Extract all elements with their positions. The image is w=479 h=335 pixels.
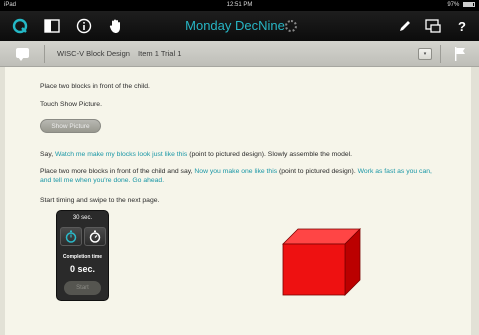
item-trial-label: Item 1 Trial 1 <box>138 49 182 58</box>
instruction-touch-show: Touch Show Picture. <box>40 101 102 108</box>
say-prefix: Say, <box>40 151 55 158</box>
instruction-say-2: Place two more blocks in front of the ch… <box>40 167 440 185</box>
app-logo-icon[interactable] <box>8 11 32 41</box>
status-time: 12:51 PM <box>226 2 253 8</box>
time-limit-label: 30 sec. <box>72 215 93 221</box>
book-icon[interactable] <box>40 11 64 41</box>
status-bar: iPad 12:51 PM 97% <box>0 0 479 11</box>
left-margin <box>0 67 5 335</box>
battery-icon <box>463 2 475 7</box>
say-prefix: Place two more blocks in front of the ch… <box>40 168 195 175</box>
show-picture-button[interactable]: Show Picture <box>40 119 101 133</box>
divider <box>44 45 45 63</box>
start-timer-button[interactable]: Start <box>64 281 101 295</box>
help-button[interactable]: ? <box>450 11 474 41</box>
reset-timer-icon[interactable] <box>84 227 106 246</box>
elapsed-time: 0 sec. <box>69 264 96 274</box>
right-margin <box>471 67 479 335</box>
instruction-start-timing: Start timing and swipe to the next page. <box>40 197 160 204</box>
pencil-icon[interactable] <box>393 11 417 41</box>
flag-icon[interactable] <box>453 46 467 62</box>
battery-percent: 97% <box>447 2 460 9</box>
app-toolbar: Monday DecNine ? <box>0 11 479 41</box>
sync-spinner-icon <box>285 20 297 32</box>
examiner-quote: Now you make one like this <box>194 168 278 175</box>
instruction-say-1: Say, Watch me make my blocks look just l… <box>40 150 460 159</box>
instruction-place-blocks: Place two blocks in front of the child. <box>40 83 150 90</box>
screens-icon[interactable] <box>421 11 445 41</box>
examiner-quote: Watch me make my blocks look just like t… <box>54 151 188 158</box>
item-title: WISC-V Block Design Item 1 Trial 1 <box>57 41 181 67</box>
subtest-name: WISC-V Block Design <box>57 49 130 58</box>
timer-widget: 30 sec. Completion time 0 sec. Start <box>56 210 109 301</box>
notes-bubble-icon[interactable] <box>16 48 29 61</box>
divider <box>440 45 441 63</box>
battery-indicator: 97% <box>447 2 475 8</box>
item-header-bar: WISC-V Block Design Item 1 Trial 1 ▾ <box>0 41 479 67</box>
info-icon[interactable] <box>72 11 96 41</box>
hand-stop-icon[interactable] <box>104 11 128 41</box>
stopwatch-icon[interactable] <box>60 227 82 246</box>
block-design-picture <box>281 227 361 297</box>
completion-time-label: Completion time <box>62 254 103 260</box>
say-suffix: (point to pictured design). Slowly assem… <box>187 151 353 158</box>
item-dropdown-button[interactable]: ▾ <box>418 48 432 60</box>
say-middle: (point to pictured design). <box>277 168 358 175</box>
block-front-face <box>282 243 346 296</box>
